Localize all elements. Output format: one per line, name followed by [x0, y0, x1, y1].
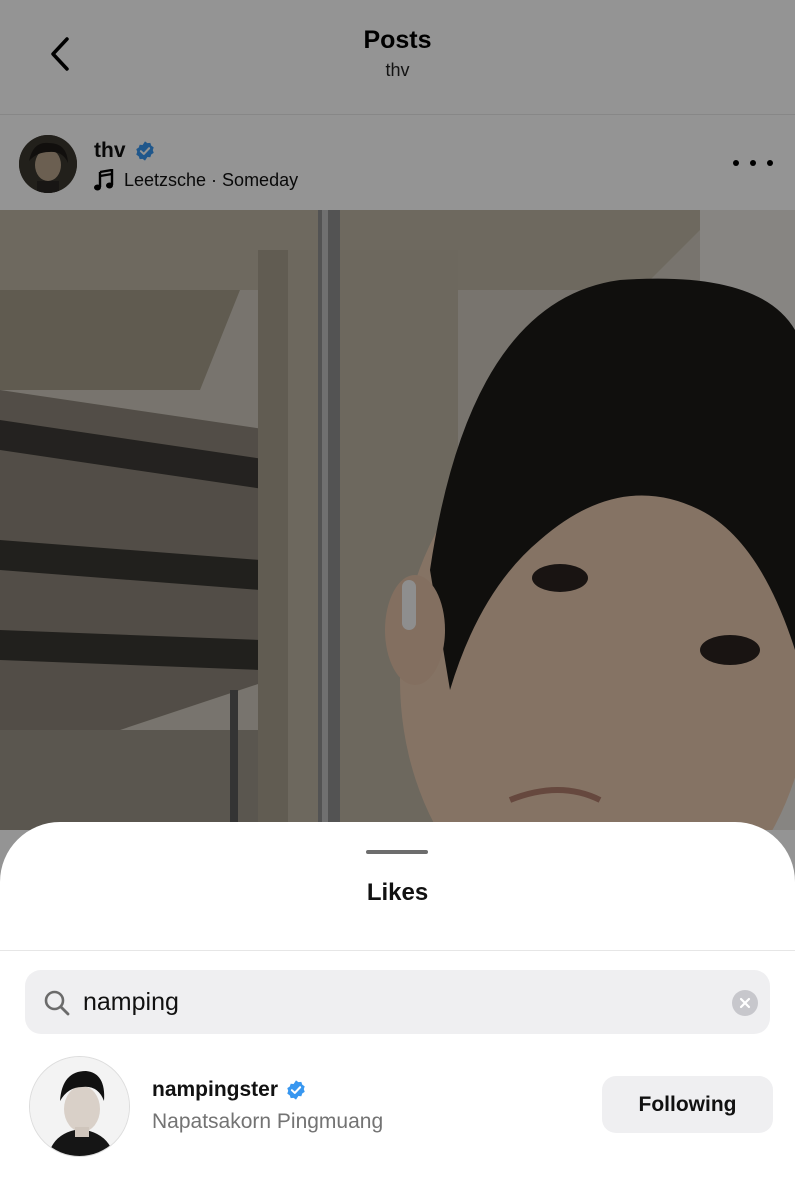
sheet-drag-handle[interactable] — [366, 850, 428, 854]
list-item[interactable]: nampingster Napatsakorn Pingmuang Follow… — [0, 1052, 795, 1162]
close-icon — [739, 997, 751, 1009]
clear-search-button[interactable] — [732, 990, 758, 1016]
verified-badge-icon — [287, 1080, 305, 1100]
following-button[interactable]: Following — [602, 1076, 773, 1133]
result-username-row[interactable]: nampingster — [152, 1078, 307, 1102]
divider — [0, 950, 795, 951]
search-bar[interactable] — [25, 970, 770, 1034]
search-input[interactable] — [83, 970, 703, 1034]
result-full-name: Napatsakorn Pingmuang — [152, 1110, 384, 1133]
likes-sheet: Likes nampingster — [0, 822, 795, 1200]
sheet-title: Likes — [366, 879, 429, 906]
search-icon — [44, 990, 70, 1016]
result-username[interactable]: nampingster — [152, 1078, 278, 1102]
avatar[interactable] — [29, 1056, 130, 1157]
